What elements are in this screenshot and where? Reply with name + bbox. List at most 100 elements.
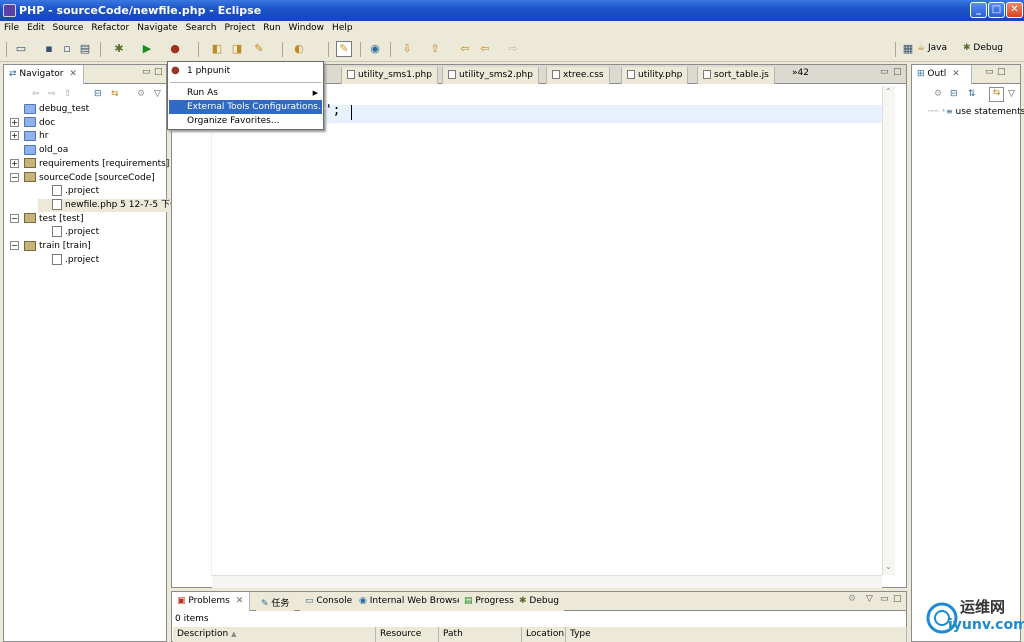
editor-tab[interactable]: utility_sms2.php <box>442 67 539 84</box>
tree-item[interactable]: .project <box>38 185 99 198</box>
run-icon[interactable]: ▶ <box>140 42 154 56</box>
save-icon[interactable]: ▪ <box>42 42 56 56</box>
collapse-icon[interactable]: − <box>10 213 19 223</box>
column-path[interactable]: Path <box>439 627 522 642</box>
open-perspective-icon[interactable]: ▦ <box>901 42 915 56</box>
build-icon[interactable]: ✎ <box>252 42 266 56</box>
collapse-all-icon[interactable]: ⊟ <box>950 89 958 99</box>
last-edit-icon[interactable]: ⇦ <box>458 42 472 56</box>
tree-item[interactable]: .project <box>38 226 99 239</box>
tab-progress[interactable]: ▤ Progress <box>459 592 519 611</box>
menu-file[interactable]: File <box>0 21 23 33</box>
popup-item-organize-favorites[interactable]: Organize Favorites... <box>169 114 322 128</box>
view-menu-icon[interactable]: ▽ <box>866 594 873 604</box>
filters-icon[interactable]: ⚙ <box>137 89 145 99</box>
column-type[interactable]: Type <box>566 627 907 642</box>
tab-problems[interactable]: ▣ Problems ✕ <box>172 592 250 611</box>
view-menu-icon[interactable]: ▽ <box>1008 89 1015 99</box>
tree-item[interactable]: debug_test <box>10 103 89 116</box>
link-with-editor-icon[interactable]: ⇆ <box>111 89 119 99</box>
editor-overflow-tabs[interactable]: »42 <box>792 68 809 78</box>
expand-icon[interactable]: + <box>10 158 19 168</box>
web-browser-icon[interactable]: ◉ <box>368 42 382 56</box>
minimize-icon[interactable]: ▭ <box>142 67 151 77</box>
debug-icon[interactable]: ✱ <box>112 42 126 56</box>
maximize-button[interactable]: □ <box>988 2 1005 18</box>
collapse-all-icon[interactable]: ⊟ <box>94 89 102 99</box>
popup-item-external-tools-configurations[interactable]: External Tools Configurations... <box>169 100 327 114</box>
column-description[interactable]: Description ▲ <box>173 627 376 642</box>
close-icon[interactable]: ✕ <box>236 596 244 606</box>
tree-item[interactable]: + doc <box>10 117 55 130</box>
scroll-up-icon[interactable]: ⌃ <box>885 87 892 96</box>
forward-icon[interactable]: ⇨ <box>48 89 56 99</box>
maximize-icon[interactable]: □ <box>154 67 163 77</box>
search-icon[interactable]: ◐ <box>292 42 306 56</box>
back-icon[interactable]: ⇦ <box>478 42 492 56</box>
perspective-java[interactable]: ☕ Java <box>917 43 947 53</box>
editor-tab[interactable]: sort_table.js <box>697 67 775 84</box>
menu-refactor[interactable]: Refactor <box>87 21 133 33</box>
menu-project[interactable]: Project <box>220 21 259 33</box>
outline-tab[interactable]: ⊞ Outl ✕ <box>912 65 972 84</box>
menu-run[interactable]: Run <box>259 21 284 33</box>
maximize-icon[interactable]: □ <box>893 594 902 604</box>
outline-item[interactable]: ┈┈ ⁺≡ use statements <box>928 105 1024 118</box>
link-with-editor-icon[interactable]: ⇆ <box>989 87 1004 102</box>
menu-window[interactable]: Window <box>285 21 329 33</box>
tree-item[interactable]: .project <box>38 253 99 267</box>
tree-item[interactable]: old_oa <box>10 144 68 157</box>
scroll-down-icon[interactable]: ⌄ <box>885 562 892 571</box>
editor-vertical-scrollbar[interactable]: ⌃ ⌄ <box>882 86 895 575</box>
back-icon[interactable]: ⇦ <box>32 89 40 99</box>
menu-help[interactable]: Help <box>328 21 357 33</box>
tree-item[interactable]: + hr <box>10 130 48 143</box>
collapse-icon[interactable]: − <box>10 241 19 250</box>
navigator-tab[interactable]: ⇄ Navigator ✕ <box>4 65 84 84</box>
save-all-icon[interactable]: ▫ <box>60 42 74 56</box>
print-icon[interactable]: ▤ <box>78 42 92 56</box>
menu-navigate[interactable]: Navigate <box>133 21 181 33</box>
tab-console[interactable]: ▭ Console <box>300 592 358 611</box>
tree-item[interactable]: − train [train] <box>10 240 91 253</box>
tree-item[interactable]: newfile.php 5 12-7-5 下午4: <box>38 198 188 212</box>
external-tools-icon[interactable]: ● <box>168 42 182 56</box>
open-resource-icon[interactable]: ◨ <box>230 42 244 56</box>
editor-horizontal-scrollbar[interactable] <box>212 575 882 588</box>
tab-tasks[interactable]: ✎ 任务 <box>256 592 295 611</box>
tree-item[interactable]: + requirements [requirements] <box>10 158 169 171</box>
perspective-debug[interactable]: ✱ Debug <box>963 43 1003 53</box>
view-menu-icon[interactable]: ▽ <box>154 89 161 99</box>
open-type-icon[interactable]: ◧ <box>210 42 224 56</box>
tree-item[interactable]: − sourceCode [sourceCode] <box>10 172 155 185</box>
maximize-icon[interactable]: □ <box>997 67 1006 77</box>
menu-source[interactable]: Source <box>49 21 88 33</box>
popup-item-run-as[interactable]: Run As ▶ <box>169 86 322 100</box>
collapse-icon[interactable]: − <box>10 172 19 182</box>
minimize-icon[interactable]: ▭ <box>880 594 889 604</box>
close-icon[interactable]: ✕ <box>952 69 960 79</box>
minimize-button[interactable]: _ <box>970 2 987 18</box>
filters-icon[interactable]: ⚙ <box>934 89 942 99</box>
up-icon[interactable]: ⇧ <box>64 89 72 99</box>
maximize-icon[interactable]: □ <box>893 67 902 77</box>
editor-tab[interactable]: utility_sms1.php <box>341 67 438 84</box>
new-icon[interactable]: ▭ <box>14 42 28 56</box>
mark-occurrences-icon[interactable]: ✎ <box>336 41 352 57</box>
menu-edit[interactable]: Edit <box>23 21 48 33</box>
minimize-icon[interactable]: ▭ <box>985 67 994 77</box>
editor-tab[interactable]: utility.php <box>621 67 689 84</box>
forward-icon[interactable]: ⇨ <box>506 42 520 56</box>
expand-icon[interactable]: + <box>10 117 19 127</box>
menu-search[interactable]: Search <box>182 21 221 33</box>
column-resource[interactable]: Resource <box>376 627 439 642</box>
editor-tab[interactable]: xtree.css <box>546 67 610 84</box>
expand-icon[interactable]: + <box>10 131 19 141</box>
tab-internal-web-browser[interactable]: ◉ Internal Web Browser <box>354 592 472 611</box>
tab-debug[interactable]: ✱ Debug <box>514 592 565 611</box>
sort-icon[interactable]: ⇅ <box>968 89 976 99</box>
column-location[interactable]: Location <box>522 627 566 642</box>
previous-annotation-icon[interactable]: ⇧ <box>428 42 442 56</box>
close-icon[interactable]: ✕ <box>69 69 77 79</box>
next-annotation-icon[interactable]: ⇩ <box>400 42 414 56</box>
